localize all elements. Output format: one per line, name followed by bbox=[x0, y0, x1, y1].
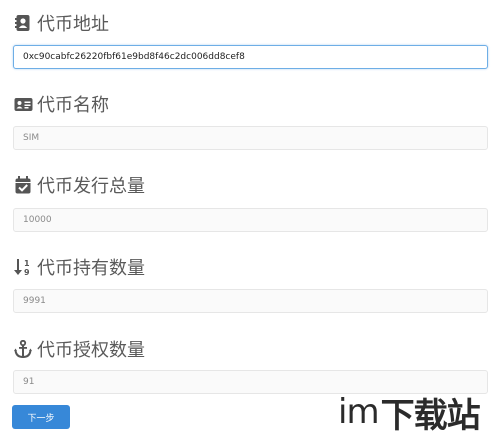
token-holding-label: 1 9 代币持有数量 bbox=[13, 254, 145, 280]
token-form-page: 代币地址 0xc90cabfc26220fbf61e9bd8f46c2dc006… bbox=[0, 0, 499, 438]
section-title: 代币地址 bbox=[37, 14, 109, 35]
svg-text:1: 1 bbox=[24, 259, 30, 268]
section-title: 代币持有数量 bbox=[37, 258, 145, 279]
section-title: 代币名称 bbox=[37, 95, 109, 116]
token-address-field[interactable]: 0xc90cabfc26220fbf61e9bd8f46c2dc006dd8ce… bbox=[13, 45, 488, 69]
token-name-label: 代币名称 bbox=[13, 91, 109, 117]
contact-book-icon bbox=[13, 13, 33, 33]
sort-numeric-icon: 1 9 bbox=[13, 257, 33, 277]
section-title: 代币授权数量 bbox=[37, 340, 145, 361]
anchor-icon bbox=[13, 339, 33, 359]
token-total-supply-label: 代币发行总量 bbox=[13, 172, 145, 198]
id-card-icon bbox=[13, 94, 33, 114]
next-step-button[interactable]: 下一步 bbox=[12, 405, 70, 429]
section-title: 代币发行总量 bbox=[37, 176, 145, 197]
site-watermark: im 下载站 bbox=[338, 392, 481, 436]
token-address-label: 代币地址 bbox=[13, 10, 109, 36]
token-holding-field[interactable]: 9991 bbox=[13, 289, 488, 313]
svg-text:9: 9 bbox=[24, 268, 30, 276]
token-approved-label: 代币授权数量 bbox=[13, 336, 145, 362]
watermark-prefix: im bbox=[338, 392, 380, 432]
token-name-field[interactable]: SIM bbox=[13, 126, 488, 150]
watermark-text: 下载站 bbox=[380, 395, 481, 436]
calendar-check-icon bbox=[13, 175, 33, 195]
token-total-supply-field[interactable]: 10000 bbox=[13, 208, 488, 232]
